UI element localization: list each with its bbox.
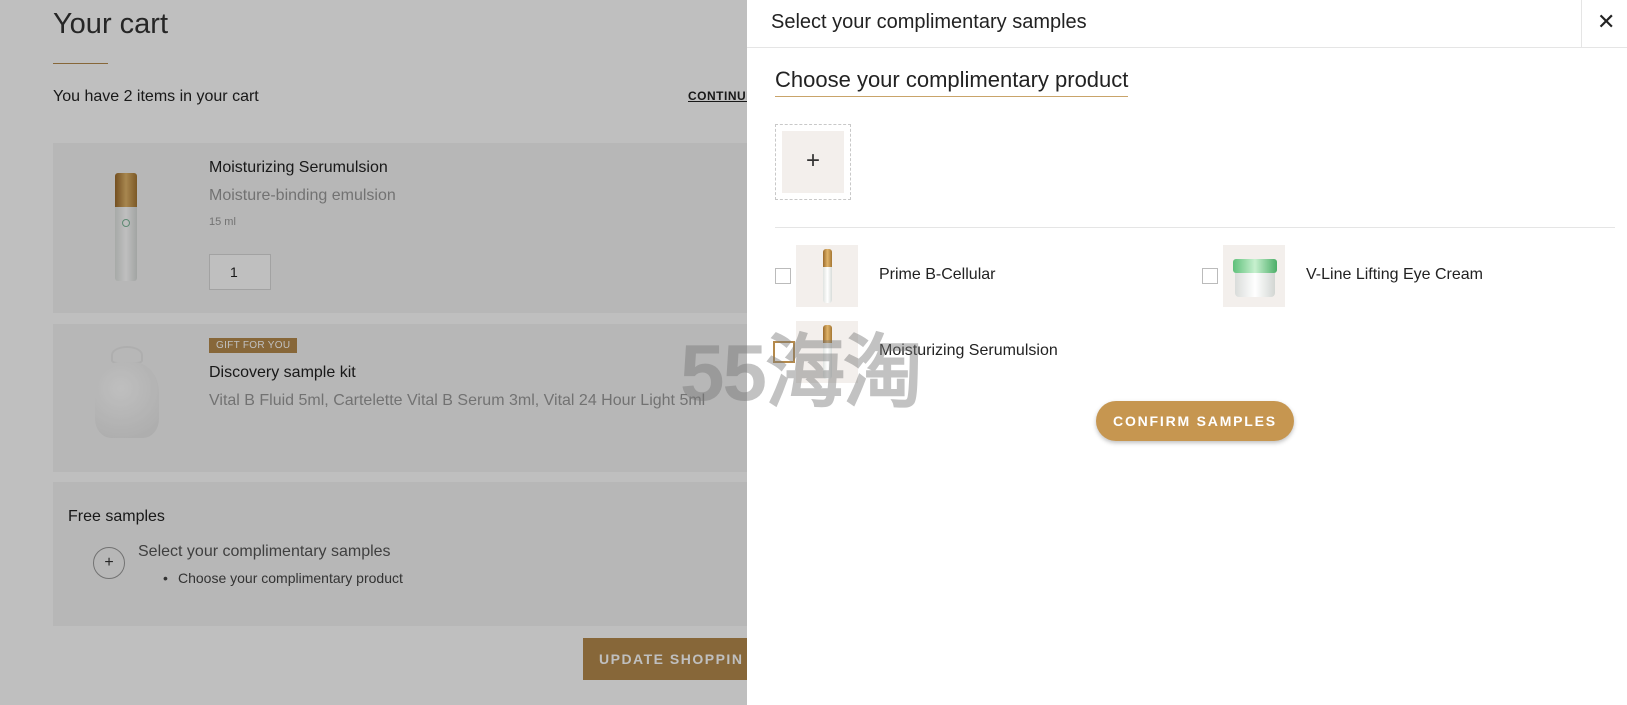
close-icon[interactable]: ✕ <box>1597 9 1615 35</box>
divider <box>775 227 1615 228</box>
drawer-header: Select your complimentary samples ✕ <box>747 0 1627 48</box>
sample-option[interactable]: V-Line Lifting Eye Cream <box>1202 245 1622 307</box>
sample-option[interactable]: Prime B-Cellular <box>775 245 1195 307</box>
confirm-samples-button[interactable]: CONFIRM SAMPLES <box>1096 401 1294 441</box>
modal-backdrop[interactable] <box>0 0 747 705</box>
watermark: 55海淘 <box>680 328 923 417</box>
sample-label: Prime B-Cellular <box>879 266 996 283</box>
sample-checkbox[interactable] <box>1202 268 1218 284</box>
sample-label: V-Line Lifting Eye Cream <box>1306 266 1483 283</box>
plus-icon: + <box>782 131 844 193</box>
close-button[interactable]: ✕ <box>1581 0 1627 47</box>
jar-icon <box>1223 245 1285 307</box>
bottle-icon <box>796 245 858 307</box>
selected-sample-slot[interactable]: + <box>775 124 851 200</box>
sample-checkbox[interactable] <box>775 268 791 284</box>
drawer-title: Select your complimentary samples <box>771 11 1087 33</box>
choose-product-heading: Choose your complimentary product <box>775 67 1129 97</box>
